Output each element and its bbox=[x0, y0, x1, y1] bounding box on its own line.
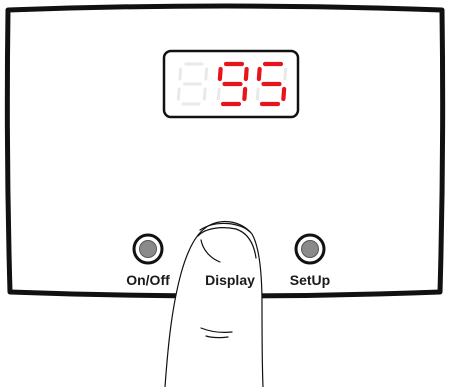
digit-1-segment-f bbox=[178, 67, 183, 81]
digit-1-segment-c bbox=[202, 87, 207, 101]
setup-label: SetUp bbox=[289, 272, 331, 288]
digit-2-segment-c bbox=[242, 86, 248, 102]
digit-3-segment-b bbox=[283, 67, 288, 81]
on-off-button[interactable] bbox=[132, 233, 164, 265]
display-label: Display bbox=[205, 272, 255, 288]
digit-3-segment-c bbox=[281, 86, 287, 102]
digit-2-segment-e bbox=[216, 87, 221, 101]
on-off-label: On/Off bbox=[126, 272, 170, 288]
digit-3-segment-f bbox=[256, 66, 262, 82]
digit-2-segment-b bbox=[243, 66, 249, 82]
controller-scene bbox=[4, 3, 446, 387]
digit-3-segment-e bbox=[255, 87, 260, 101]
setup-button[interactable] bbox=[294, 233, 326, 265]
digit-1-segment-b bbox=[204, 67, 209, 81]
digit-2-segment-f bbox=[217, 66, 223, 82]
digit-1-segment-e bbox=[176, 87, 181, 101]
